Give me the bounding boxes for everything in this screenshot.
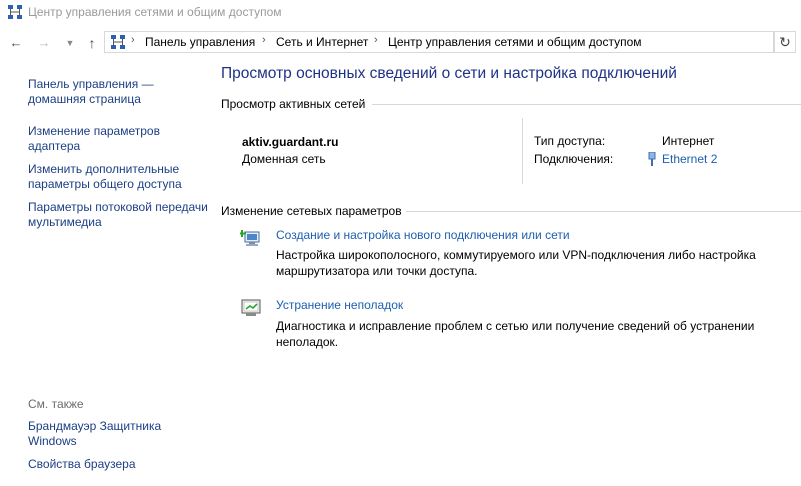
- recent-locations-chevron-icon[interactable]: ▼: [62, 35, 78, 51]
- ethernet-connection-link[interactable]: Ethernet 2: [662, 152, 717, 166]
- new-connection-link[interactable]: Создание и настройка нового подключения …: [276, 228, 570, 242]
- network-name: aktiv.guardant.ru: [242, 135, 339, 149]
- see-also-heading: См. также: [28, 397, 84, 411]
- forward-arrow-icon[interactable]: →: [36, 35, 52, 51]
- sidebar-link-advanced-sharing[interactable]: Изменить дополнительные параметры общего…: [28, 162, 208, 192]
- breadcrumb-control-panel[interactable]: Панель управления: [145, 35, 255, 49]
- breadcrumb-network-internet[interactable]: Сеть и Интернет: [276, 35, 368, 49]
- network-type[interactable]: Доменная сеть: [242, 152, 326, 166]
- troubleshoot-link[interactable]: Устранение неполадок: [276, 298, 403, 312]
- up-arrow-icon[interactable]: ↑: [84, 35, 100, 51]
- breadcrumb-separator-icon[interactable]: ›: [374, 34, 378, 46]
- network-center-icon: [111, 35, 125, 49]
- breadcrumb-separator-icon[interactable]: ›: [131, 34, 135, 46]
- page-title: Просмотр основных сведений о сети и наст…: [221, 65, 677, 82]
- access-type-value: Интернет: [662, 134, 715, 148]
- ethernet-icon: [648, 152, 656, 166]
- connections-label: Подключения:: [534, 152, 614, 166]
- window-title: Центр управления сетями и общим доступом: [28, 5, 282, 19]
- new-connection-icon: [240, 230, 260, 246]
- section-divider: [372, 104, 801, 105]
- title-bar: Центр управления сетями и общим доступом: [0, 0, 801, 26]
- active-networks-heading: Просмотр активных сетей: [221, 97, 366, 111]
- sidebar-link-media-streaming[interactable]: Параметры потоковой передачи мультимедиа: [28, 200, 208, 230]
- troubleshoot-icon: [241, 299, 261, 316]
- change-settings-heading: Изменение сетевых параметров: [221, 204, 402, 218]
- troubleshoot-description: Диагностика и исправление проблем с сеть…: [276, 319, 755, 349]
- sidebar-link-control-panel-home[interactable]: Панель управления — домашняя страница: [28, 77, 208, 107]
- network-center-icon: [8, 5, 22, 19]
- new-connection-description: Настройка широкополосного, коммутируемог…: [276, 248, 756, 278]
- sidebar-link-browser-properties[interactable]: Свойства браузера: [28, 457, 208, 472]
- back-arrow-icon[interactable]: ←: [8, 35, 24, 51]
- refresh-icon[interactable]: ↻: [774, 31, 796, 53]
- sidebar-link-firewall[interactable]: Брандмауэр Защитника Windows: [28, 419, 208, 449]
- section-divider: [406, 211, 801, 212]
- sidebar-link-adapter-settings[interactable]: Изменение параметров адаптера: [28, 124, 208, 154]
- vertical-divider: [522, 118, 523, 184]
- address-bar[interactable]: › Панель управления › Сеть и Интернет › …: [104, 31, 774, 53]
- breadcrumb-network-center[interactable]: Центр управления сетями и общим доступом: [388, 35, 642, 49]
- access-type-label: Тип доступа:: [534, 134, 606, 148]
- breadcrumb-separator-icon[interactable]: ›: [262, 34, 266, 46]
